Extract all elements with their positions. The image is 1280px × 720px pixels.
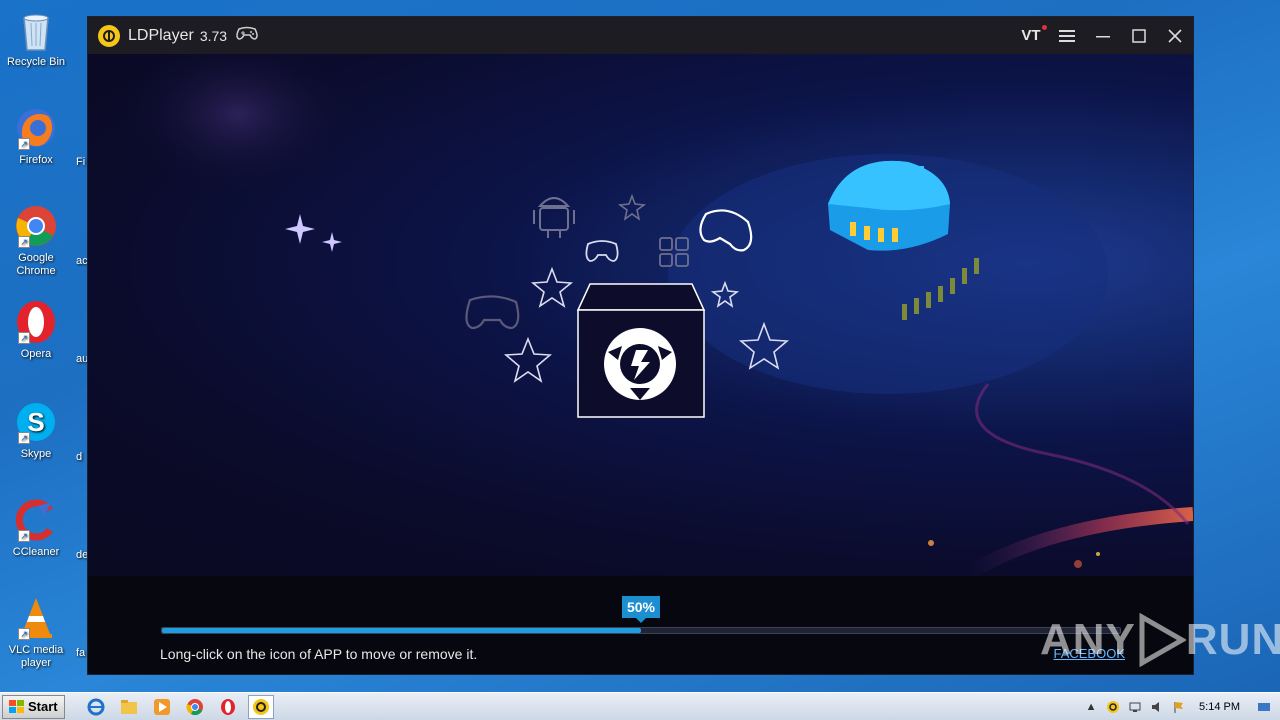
show-hidden-icons-icon[interactable]: ▲ [1083,699,1099,715]
explorer-icon [120,699,137,714]
ldplayer-tray-icon[interactable] [1105,699,1121,715]
media-player-icon [153,698,170,715]
lightning-logo-icon [604,328,676,400]
maximize-button[interactable] [1121,17,1157,54]
progress-percent-badge: 50% [621,596,661,623]
maximize-icon [1132,28,1146,43]
minimize-icon [1096,35,1110,37]
loading-footer: 50% Long-click on the icon of APP to mov… [88,576,1193,674]
desktop-icon-skype[interactable]: S ↗ Skype [4,400,68,461]
title-bar[interactable]: LDPlayer 3.73 VT [88,17,1193,54]
shortcut-arrow-icon: ↗ [18,138,30,150]
watermark-text-left: ANY [1040,615,1136,664]
progress-fill [162,628,641,633]
taskbar-explorer[interactable] [116,695,142,719]
taskbar-ldplayer[interactable] [247,694,274,719]
app-version: 3.73 [199,27,228,44]
desktop-icon-chrome[interactable]: ↗ Google Chrome [4,204,68,278]
desktop-icon-label: CCleaner [12,546,60,558]
gamepad-faded-icon [465,295,520,330]
taskbar-chrome[interactable] [182,695,208,719]
start-button[interactable]: Start [2,694,65,719]
desktop-icon-label: Google Chrome [16,252,56,277]
vt-indicator[interactable]: VT [1013,17,1049,54]
desktop-icon-label: VLC media player [8,644,64,669]
vt-label: VT [1021,27,1041,44]
ie-icon [87,698,105,715]
desktop-icon-label: Skype [20,448,52,460]
desktop-icon-firefox[interactable]: ↗ Firefox [4,106,68,167]
splash-artwork [118,54,1193,576]
volume-icon[interactable] [1149,699,1165,715]
desktop-icon-label: Recycle Bin [6,56,66,68]
loading-splash [88,54,1193,576]
chrome-icon [186,698,203,715]
opera-icon [220,698,235,715]
ldplayer-logo-icon [98,24,120,47]
star-icon [503,336,553,383]
star-icon [530,266,574,308]
taskbar-opera[interactable] [215,695,241,719]
taskbar-clock[interactable]: 5:14 PM [1199,701,1240,713]
desktop-icon-label: Opera [20,348,52,360]
loading-tip: Long-click on the icon of APP to move or… [160,646,478,662]
shortcut-arrow-icon: ↗ [18,236,30,248]
system-tray: ▲ 5:14 PM [1077,693,1280,720]
firefox-icon: ↗ [14,106,58,150]
anyrun-watermark: ANY RUN [1040,610,1280,670]
shortcut-arrow-icon: ↗ [18,628,30,640]
taskbar-media-player[interactable] [149,695,175,719]
star-icon [617,193,647,221]
action-center-flag-icon[interactable] [1171,699,1187,715]
menu-icon [1059,29,1075,42]
android-icon [533,197,575,238]
windows-logo-icon [9,699,24,713]
desktop-icon-vlc[interactable]: ↗ VLC media player [4,596,68,670]
desktop-icon-label: Firefox [19,154,53,166]
sparkle-icon [285,214,342,252]
chrome-icon: ↗ [14,204,58,248]
app-title: LDPlayer [128,26,194,44]
taskbar-ie[interactable] [83,695,109,719]
desktop-icon-ccleaner[interactable]: ↗ CCleaner [4,498,68,559]
shortcut-arrow-icon: ↗ [18,432,30,444]
gamepad-small-icon [585,240,619,262]
shortcut-arrow-icon: ↗ [18,332,30,344]
ccleaner-icon: ↗ [14,498,58,542]
skype-icon: S ↗ [14,400,58,444]
opera-icon: ↗ [14,300,58,344]
minimize-button[interactable] [1085,17,1121,54]
gamepad-icon[interactable] [235,25,259,46]
play-triangle-icon [1139,613,1186,667]
desktop-icon-opera[interactable]: ↗ Opera [4,300,68,361]
start-label: Start [28,699,58,714]
ldplayer-icon [252,698,269,715]
network-icon[interactable] [1127,699,1143,715]
vt-alert-dot [1041,25,1047,30]
progress-bar [161,627,1121,634]
recycle-bin-icon [14,8,58,52]
vlc-icon: ↗ [14,596,58,640]
menu-button[interactable] [1049,17,1085,54]
desktop-icon-recycle-bin[interactable]: Recycle Bin [4,8,68,69]
close-button[interactable] [1157,17,1193,54]
taskbar: Start ▲ 5:14 PM [0,692,1280,720]
shortcut-arrow-icon: ↗ [18,530,30,542]
watermark-text-right: RUN [1185,615,1280,664]
close-icon [1168,28,1182,43]
show-desktop-icon[interactable] [1256,699,1272,715]
ldplayer-window: LDPlayer 3.73 VT 50% Long-click on the i… [87,16,1194,675]
